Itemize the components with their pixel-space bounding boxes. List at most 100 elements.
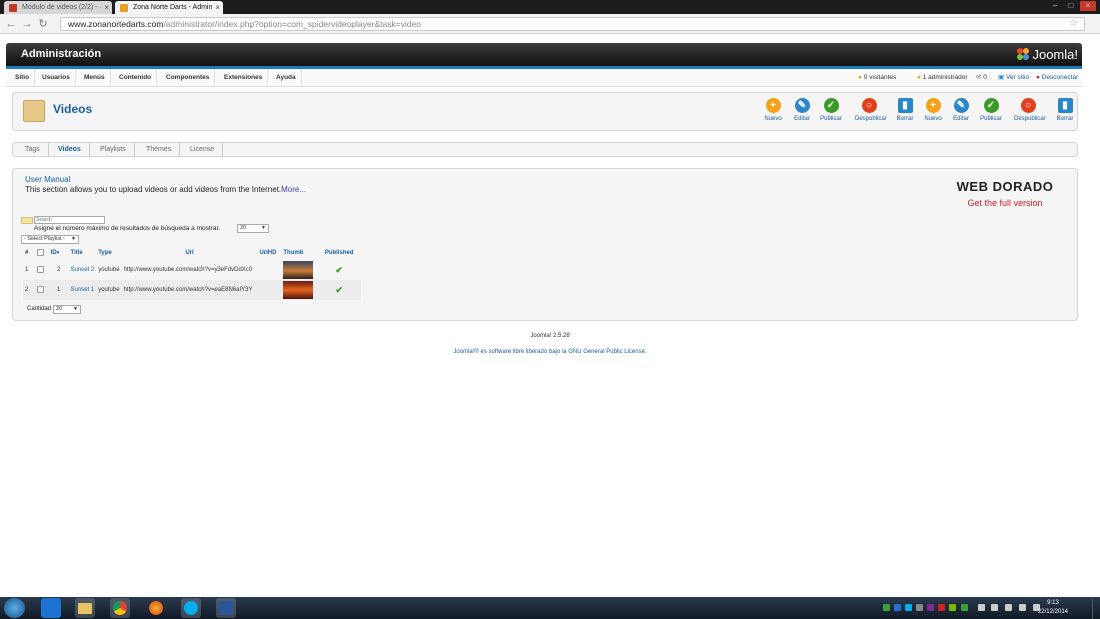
back-arrow-icon[interactable]: ←: [5, 17, 17, 31]
row-published[interactable]: ✔: [317, 280, 361, 300]
word-icon[interactable]: [216, 598, 236, 618]
browser-tab-zona-norte[interactable]: Zona Norte Darts - Admin ×: [115, 1, 223, 14]
count-select[interactable]: 20 ▼: [53, 305, 81, 314]
menu-item-contenido[interactable]: Contenido: [114, 69, 158, 87]
browser-nav-bar: ← → ↻ www.zonanortedarts.com/administrat…: [0, 14, 1100, 34]
close-window-icon[interactable]: ×: [1080, 1, 1096, 11]
network-signal-icon[interactable]: [978, 604, 985, 611]
dropbox-icon[interactable]: [41, 598, 61, 618]
pencil-icon: ✎: [794, 98, 810, 113]
col-title[interactable]: Title: [69, 246, 97, 260]
check-icon: ✓: [823, 98, 839, 113]
row-published[interactable]: ✔: [317, 260, 361, 280]
tray-app-icon[interactable]: [961, 604, 968, 611]
tab-favicon-icon: [9, 4, 17, 12]
view-site-link[interactable]: ▣ Ver sitio: [998, 69, 1029, 87]
row-title-link[interactable]: Sunset 1: [71, 287, 95, 293]
file-explorer-icon[interactable]: [75, 598, 95, 618]
row-checkbox[interactable]: [36, 285, 44, 293]
toolbar-unpublish-button-2[interactable]: ○ Despublicar: [1014, 98, 1046, 122]
menu-item-sitio[interactable]: Sitio: [10, 69, 36, 87]
chrome-icon[interactable]: [110, 598, 130, 618]
tab-playlists[interactable]: Playlists: [92, 143, 135, 156]
maximize-icon[interactable]: □: [1064, 1, 1078, 11]
tray-app-icon[interactable]: [916, 604, 923, 611]
tab-themes[interactable]: Themes: [138, 143, 181, 156]
menu-item-extensiones[interactable]: Extensiones: [219, 69, 269, 87]
messages-status[interactable]: ✉ 0: [976, 69, 987, 87]
published-check-icon[interactable]: ✔: [335, 285, 343, 295]
toolbar-edit-button[interactable]: ✎ Editar: [788, 98, 816, 122]
row-thumb-cell: [281, 260, 318, 280]
tray-skype-icon[interactable]: [905, 604, 912, 611]
menu-item-componentes[interactable]: Componentes: [161, 69, 216, 87]
webdorado-promo[interactable]: WEB DORADO Get the full version: [950, 179, 1060, 208]
show-desktop-button[interactable]: [1092, 597, 1100, 619]
toolbar-edit-button-2[interactable]: ✎ Editar: [947, 98, 975, 122]
button-label: Borrar: [1056, 116, 1074, 122]
col-id[interactable]: ID▾: [49, 246, 69, 260]
menu-item-menus[interactable]: Menús: [79, 69, 111, 87]
minimize-icon[interactable]: –: [1048, 1, 1062, 11]
user-manual-link[interactable]: User Manual: [25, 175, 70, 184]
toolbar-publish-button[interactable]: ✓ Publicar: [817, 98, 845, 122]
select-all-checkbox[interactable]: [36, 248, 44, 256]
col-url[interactable]: Url: [122, 246, 258, 260]
volume-icon[interactable]: [991, 604, 998, 611]
thumbnail-image: [283, 281, 314, 299]
forward-arrow-icon[interactable]: →: [21, 17, 33, 31]
joomla-logo-icon: [1016, 47, 1030, 61]
button-label: Borrar: [896, 116, 914, 122]
col-urlhd[interactable]: UrlHD: [257, 246, 281, 260]
toolbar-unpublish-button[interactable]: ○ Despublicar: [855, 98, 887, 122]
row-checkbox[interactable]: [36, 265, 44, 273]
tray-dropbox-icon[interactable]: [894, 604, 901, 611]
start-button-icon[interactable]: [4, 598, 25, 618]
address-bar[interactable]: www.zonanortedarts.com/administrator/ind…: [60, 17, 1085, 31]
admins-status: ● 1 administrador: [917, 69, 968, 87]
tray-onenote-icon[interactable]: [927, 604, 934, 611]
search-input[interactable]: [34, 216, 105, 224]
tab-license[interactable]: License: [182, 143, 224, 156]
toolbar-delete-button-2[interactable]: ▮ Borrar: [1051, 98, 1079, 122]
menu-item-usuarios[interactable]: Usuarios: [37, 69, 76, 87]
limit-select[interactable]: 20 ▼: [237, 224, 269, 233]
toolbar-delete-button[interactable]: ▮ Borrar: [891, 98, 919, 122]
bookmark-star-icon[interactable]: ☆: [1069, 18, 1078, 30]
tray-app-icon[interactable]: [1019, 604, 1026, 611]
playlist-select[interactable]: - Select Playlist - ▼: [21, 235, 79, 244]
toolbar-new-button[interactable]: + Nuevo: [759, 98, 787, 122]
joomla-favicon-icon: [120, 4, 128, 12]
menu-item-ayuda[interactable]: Ayuda: [271, 69, 302, 87]
tab-tags[interactable]: Tags: [17, 143, 49, 156]
stop-icon: ○: [861, 98, 877, 113]
get-full-version-link[interactable]: Get the full version: [950, 198, 1060, 208]
logout-link[interactable]: ● Desconectar: [1036, 69, 1078, 87]
browser-tab-modulo-videos[interactable]: Módulo de videos (2/2) - · ×: [4, 1, 112, 14]
webdorado-logo: WEB DORADO: [956, 179, 1054, 194]
more-link[interactable]: More...: [281, 185, 306, 194]
row-urlhd: [257, 260, 282, 280]
reload-icon[interactable]: ↻: [37, 17, 49, 31]
taskbar-clock[interactable]: 9:13 22/12/2014: [1038, 599, 1068, 617]
skype-icon[interactable]: [181, 598, 201, 618]
close-tab-icon[interactable]: ×: [104, 1, 109, 14]
col-published[interactable]: Published: [317, 246, 361, 260]
gpl-link[interactable]: GNU General Public License.: [568, 349, 646, 355]
limit-label: Asigne el número máximo de resultados de…: [34, 225, 221, 232]
stop-icon: ○: [1020, 98, 1036, 113]
check-icon: ✓: [983, 98, 999, 113]
tab-videos[interactable]: Videos: [50, 143, 90, 156]
action-center-flag-icon[interactable]: [1005, 604, 1012, 611]
toolbar-publish-button-2[interactable]: ✓ Publicar: [977, 98, 1005, 122]
row-title-link[interactable]: Sunset 2: [71, 267, 95, 273]
firefox-icon[interactable]: [146, 598, 166, 618]
tray-app-icon[interactable]: [883, 604, 890, 611]
toolbar-new-button-2[interactable]: + Nuevo: [919, 98, 947, 122]
col-type[interactable]: Type: [96, 246, 121, 260]
close-tab-icon[interactable]: ×: [215, 1, 220, 14]
tray-app-icon[interactable]: [938, 604, 945, 611]
tray-nvidia-icon[interactable]: [949, 604, 956, 611]
col-num: #: [25, 250, 29, 256]
published-check-icon[interactable]: ✔: [335, 265, 343, 275]
